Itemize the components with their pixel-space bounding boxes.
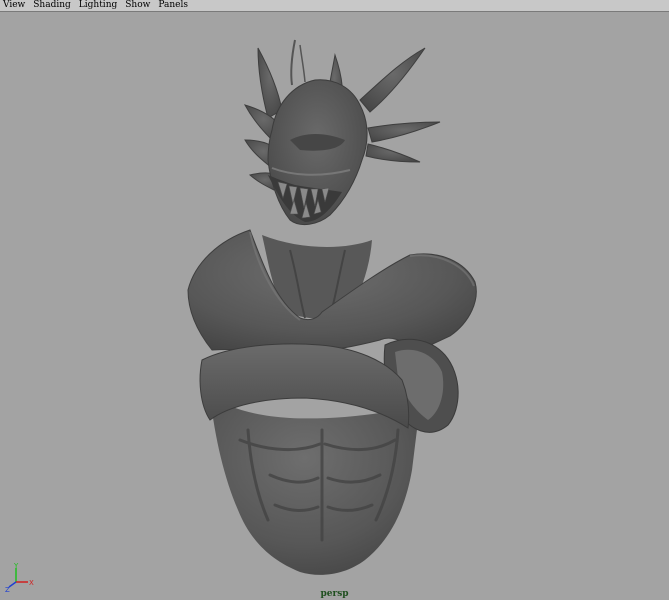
z-axis-line: [8, 581, 17, 588]
axis-orientation-indicator: Y X Z: [5, 562, 34, 592]
y-axis-label: Y: [13, 562, 19, 570]
shaded-character-bust-model[interactable]: [0, 0, 669, 600]
x-axis-label: X: [29, 579, 34, 587]
camera-name-label: persp: [320, 589, 349, 599]
maya-viewport-perspective[interactable]: View Shading Lighting Show Panels Y X Z …: [0, 0, 669, 600]
